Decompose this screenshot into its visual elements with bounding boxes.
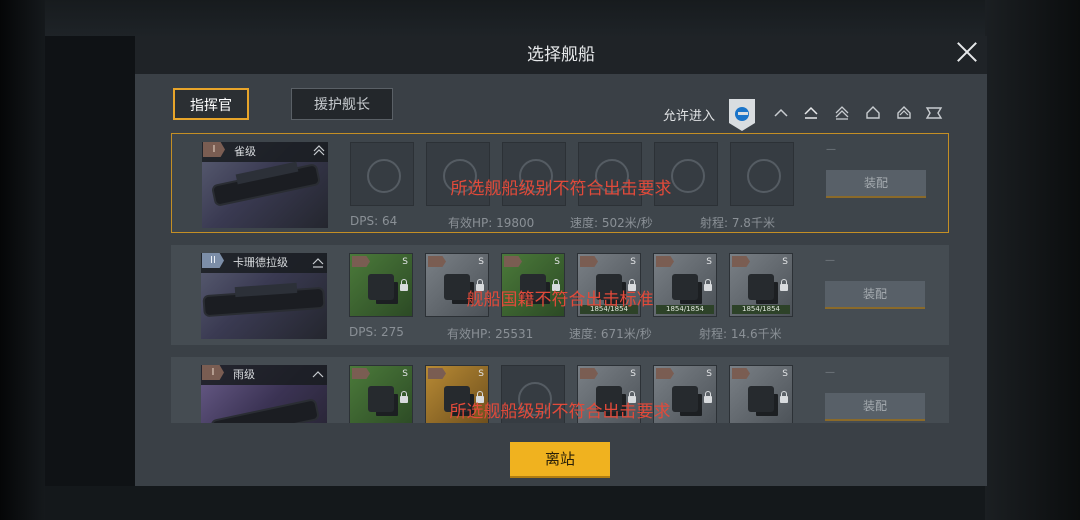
module-slot[interactable] [350,142,414,206]
module-slot[interactable]: S [425,253,489,317]
battleship-icon[interactable] [925,104,943,122]
range-stat: 射程: 7.8千米 [700,216,775,230]
frigate-icon[interactable] [772,104,790,122]
background-top [45,0,985,36]
ship-card[interactable]: I 雀级 DPS: 64 有效HP: 19800 速度: 502米/秒 射程: … [171,133,949,233]
frigate-rank-icon [311,254,325,268]
module-slot[interactable]: S [501,253,565,317]
leave-station-button[interactable]: 离站 [510,442,610,476]
tier-badge: II [202,253,224,268]
destroyer-icon[interactable] [802,104,820,122]
equip-button[interactable]: 装配 [826,170,926,198]
module-slot[interactable] [502,142,566,206]
background-right [985,0,1080,520]
cruiser-rank-icon [312,143,326,157]
ship-name: 卡珊德拉级 [233,256,288,269]
module-slot[interactable]: S [425,365,489,423]
background-bottom [45,486,985,520]
carrier-icon[interactable] [895,104,913,122]
tier-badge: I [202,365,224,380]
ship-card[interactable]: I 雨级 S S S S S — 装配 所选舰船级别不符合出击要求 [171,357,949,423]
close-button[interactable] [955,40,979,64]
module-slot[interactable]: S [729,365,793,423]
ship-name: 雀级 [234,145,256,158]
ship-card[interactable]: II 卡珊德拉级 S S S S 1854/1854 S 1854/1854 S 18… [171,245,949,345]
frigate-rank-icon [311,366,325,380]
equip-button[interactable]: 装配 [825,281,925,309]
tab-support-captain[interactable]: 援护舰长 [291,88,393,120]
allow-entry-label: 允许进入 [663,109,716,124]
module-slot[interactable]: S 1854/1854 [577,253,641,317]
module-slot[interactable]: S [349,365,413,423]
module-slot[interactable] [426,142,490,206]
active-filter-badge-icon[interactable] [729,99,755,131]
range-stat: 射程: 14.6千米 [699,327,782,341]
tier-badge: I [203,142,225,157]
module-slot[interactable]: S 1854/1854 [653,253,717,317]
module-slot[interactable] [578,142,642,206]
ship-list[interactable]: I 雀级 DPS: 64 有效HP: 19800 速度: 502米/秒 射程: … [135,131,987,423]
hp-stat: 有效HP: 25531 [447,327,534,341]
module-slot[interactable] [654,142,718,206]
speed-stat: 速度: 502米/秒 [570,216,653,230]
dps-stat: DPS: 275 [349,325,404,339]
module-slot[interactable] [730,142,794,206]
dash-text: — [826,144,836,155]
cruiser-icon[interactable] [833,104,851,122]
tab-commander[interactable]: 指挥官 [173,88,249,120]
dash-text: — [825,367,835,378]
module-slot[interactable]: S [577,365,641,423]
module-slot[interactable]: S [653,365,717,423]
module-slot[interactable] [501,365,565,423]
select-ship-dialog: 选择舰船 指挥官 援护舰长 允许进入 I 雀级 DPS: 64 有效HP: 19… [135,36,987,486]
equip-button[interactable]: 装配 [825,393,925,421]
module-slot[interactable]: S [349,253,413,317]
hp-stat: 有效HP: 19800 [448,216,535,230]
dash-text: — [825,255,835,266]
speed-stat: 速度: 671米/秒 [569,327,652,341]
ship-name: 雨级 [233,368,255,381]
dialog-title: 选择舰船 [527,45,595,65]
battlecruiser-icon[interactable] [864,104,882,122]
dps-stat: DPS: 64 [350,214,398,228]
module-slot[interactable]: S 1854/1854 [729,253,793,317]
background-left [0,0,45,520]
